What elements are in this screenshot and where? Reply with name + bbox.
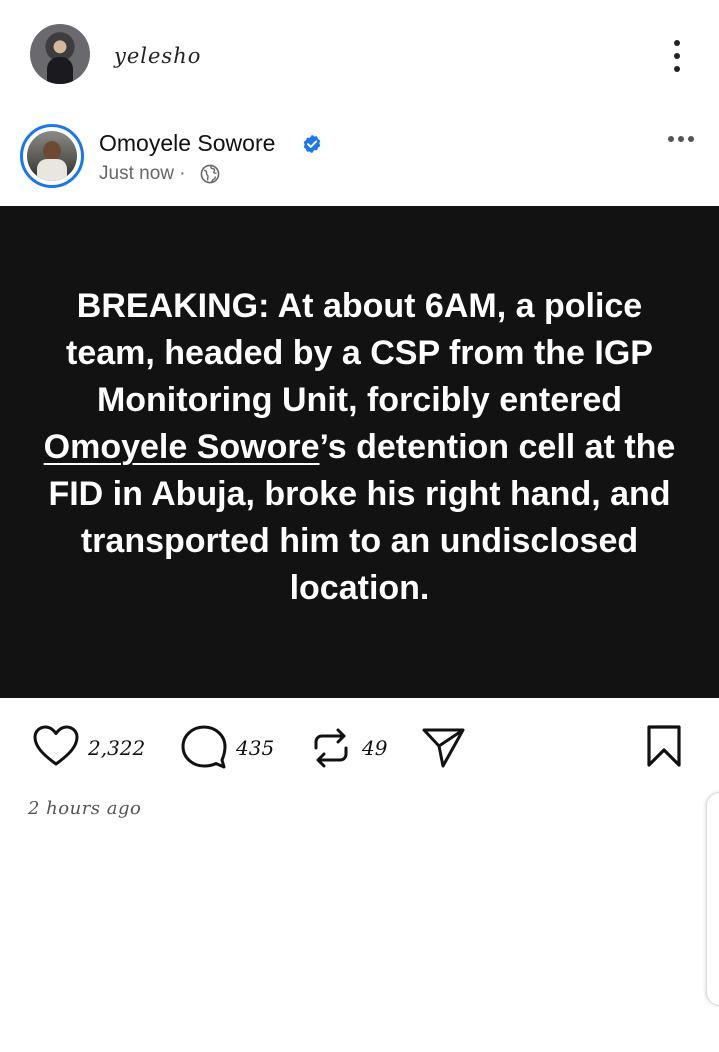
- more-vertical-icon[interactable]: [667, 38, 687, 74]
- meta-separator: ·: [179, 163, 186, 184]
- likes-count[interactable]: 2,322: [88, 736, 145, 760]
- post-text-before: BREAKING: At about 6AM, a police team, h…: [66, 286, 653, 419]
- profile-avatar[interactable]: [30, 24, 90, 84]
- top-header: yelesho: [0, 0, 719, 100]
- post-time-ago: 2 hours ago: [28, 798, 142, 819]
- more-horizontal-icon[interactable]: [668, 136, 698, 144]
- username[interactable]: yelesho: [114, 44, 201, 68]
- embedded-post-header: Omoyele Sowore Just now ·: [0, 112, 719, 202]
- comment-icon[interactable]: [180, 724, 228, 770]
- side-panel-tab[interactable]: [706, 792, 719, 1006]
- repost-icon[interactable]: [310, 726, 352, 770]
- post-meta: Just now ·: [99, 163, 186, 185]
- send-icon[interactable]: [420, 725, 466, 769]
- author-avatar[interactable]: [20, 124, 84, 188]
- author-name[interactable]: Omoyele Sowore: [99, 130, 275, 157]
- verified-badge-icon: [303, 134, 321, 154]
- action-bar: 2,322 435 49: [0, 716, 719, 776]
- post-text: BREAKING: At about 6AM, a police team, h…: [40, 283, 680, 612]
- author-mention-link[interactable]: Omoyele Sowore: [44, 428, 320, 466]
- post-card: BREAKING: At about 6AM, a police team, h…: [0, 206, 719, 698]
- post-timestamp: Just now: [99, 163, 174, 184]
- reposts-count[interactable]: 49: [362, 736, 387, 760]
- comments-count[interactable]: 435: [236, 736, 274, 760]
- heart-icon[interactable]: [32, 724, 80, 768]
- bookmark-icon[interactable]: [646, 724, 682, 768]
- globe-icon: [200, 164, 220, 184]
